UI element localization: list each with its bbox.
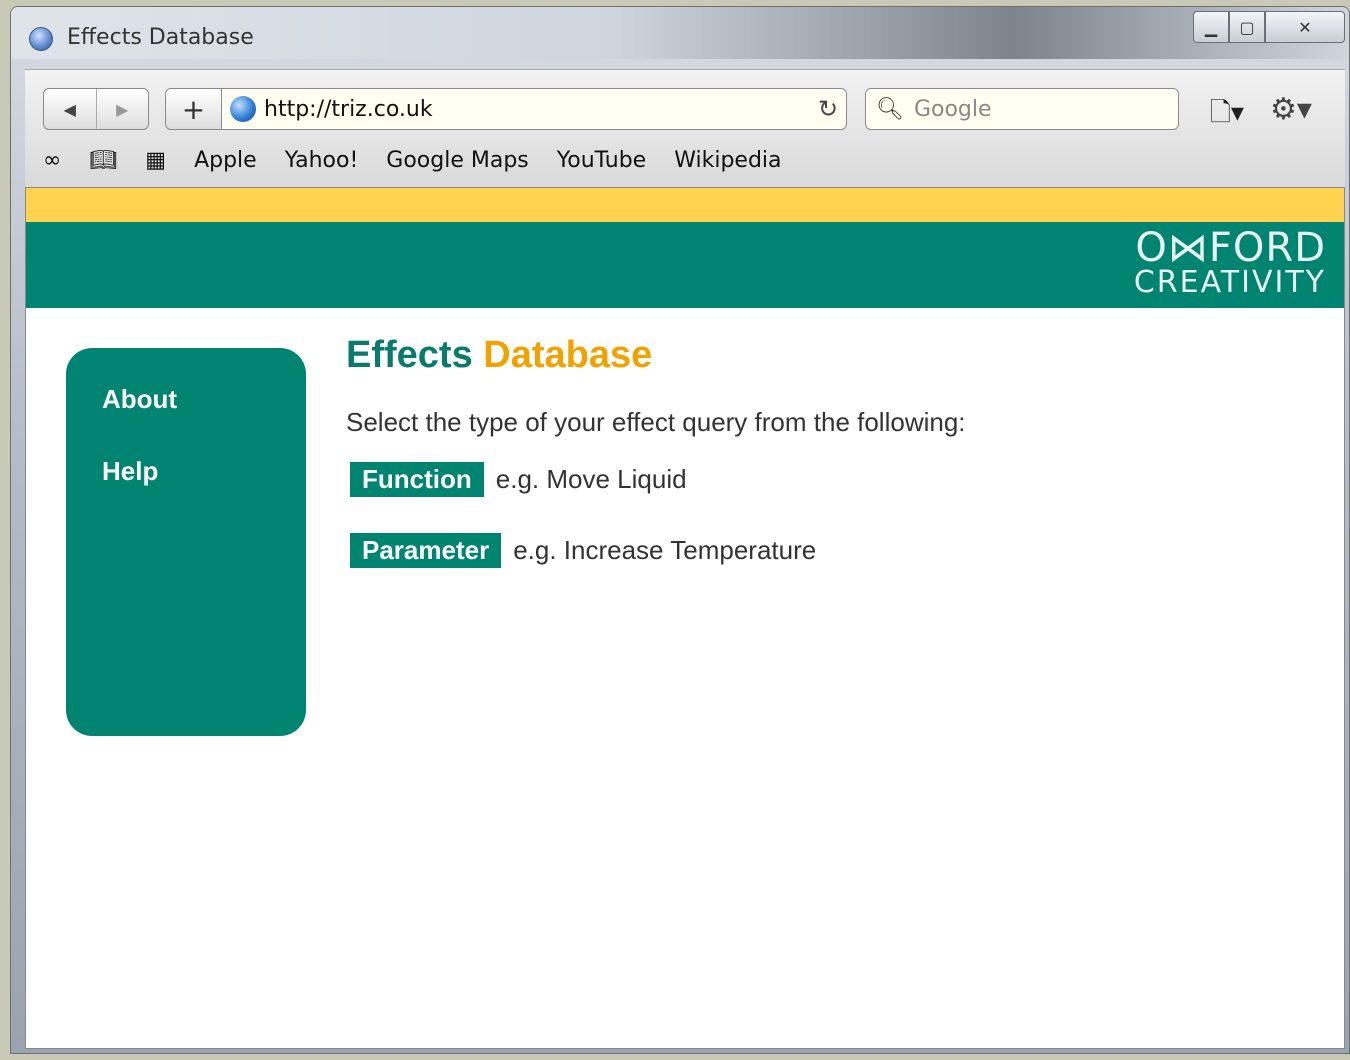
search-icon: 🔍︎: [876, 96, 904, 122]
sidebar-item-about[interactable]: About: [102, 384, 177, 415]
gear-icon[interactable]: ⚙▾: [1270, 92, 1312, 127]
plus-icon: +: [181, 92, 206, 126]
bookmarks-bar: ∞ 📖︎ ▦ Apple Yahoo! Google Maps YouTube …: [43, 148, 782, 173]
back-button[interactable]: ◀: [44, 89, 96, 129]
reload-icon[interactable]: ↻: [810, 95, 846, 123]
forward-button[interactable]: ▶: [95, 89, 149, 129]
intro-text: Select the type of your effect query fro…: [346, 407, 966, 437]
bookmarks-book-icon[interactable]: 📖︎: [89, 148, 117, 173]
sidebar-nav: About Help: [66, 348, 306, 736]
search-field[interactable]: 🔍︎ Google: [865, 88, 1179, 130]
logo-line1: O⋈FORD: [1135, 225, 1326, 271]
forward-arrow-icon: ▶: [116, 99, 129, 119]
main-content: Effects Database Select the type of your…: [346, 334, 966, 568]
globe-icon: [230, 96, 256, 122]
minimize-button[interactable]: ▁: [1193, 11, 1229, 43]
function-example: e.g. Move Liquid: [495, 464, 687, 494]
top-sites-grid-icon[interactable]: ▦: [145, 148, 166, 173]
logo-line2: CREATIVITY: [1133, 265, 1326, 300]
sidebar-item-help[interactable]: Help: [102, 456, 158, 487]
page-title: Effects Database: [346, 334, 966, 377]
option-parameter: Parameter e.g. Increase Temperature: [346, 533, 966, 568]
window-controls: ▁ ▢ ✕: [1193, 11, 1345, 43]
oxford-creativity-logo[interactable]: O⋈FORD CREATIVITY: [1134, 228, 1326, 298]
nav-buttons: ◀ ▶: [43, 88, 149, 130]
close-button[interactable]: ✕: [1265, 11, 1345, 43]
window-title: Effects Database: [67, 25, 254, 50]
close-icon: ✕: [1298, 17, 1312, 37]
minimize-icon: ▁: [1204, 17, 1218, 37]
add-bookmark-button[interactable]: +: [165, 88, 221, 130]
browser-window: Effects Database ▁ ▢ ✕ ◀ ▶ + http://triz…: [10, 6, 1350, 1054]
parameter-example: e.g. Increase Temperature: [513, 535, 817, 565]
parameter-button[interactable]: Parameter: [350, 533, 502, 568]
page-menu-icon[interactable]: 🗋▾: [1210, 94, 1244, 138]
bookmark-google-maps[interactable]: Google Maps: [386, 148, 528, 173]
browser-app-icon: [29, 27, 53, 51]
header-yellow-band: [26, 188, 1344, 222]
search-input[interactable]: Google: [914, 97, 992, 122]
page-title-part2: Database: [483, 334, 653, 376]
back-arrow-icon: ◀: [63, 99, 76, 119]
function-button[interactable]: Function: [350, 462, 484, 497]
page-title-part1: Effects: [346, 334, 473, 376]
browser-toolbar: ◀ ▶ + http://triz.co.uk ↻ 🔍︎ Google 🗋▾ ⚙…: [25, 69, 1345, 188]
bookmark-wikipedia[interactable]: Wikipedia: [674, 148, 781, 173]
title-bar: Effects Database ▁ ▢ ✕: [11, 7, 1349, 59]
page-content: O⋈FORD CREATIVITY About Help Effects Dat…: [25, 187, 1345, 1049]
address-bar[interactable]: http://triz.co.uk ↻: [221, 88, 847, 130]
reading-list-icon[interactable]: ∞: [43, 148, 61, 173]
bookmark-apple[interactable]: Apple: [194, 148, 257, 173]
option-function: Function e.g. Move Liquid: [346, 462, 966, 497]
bookmark-yahoo[interactable]: Yahoo!: [285, 148, 359, 173]
maximize-button[interactable]: ▢: [1229, 11, 1265, 43]
bookmark-youtube[interactable]: YouTube: [557, 148, 646, 173]
maximize-icon: ▢: [1239, 17, 1255, 37]
url-input[interactable]: http://triz.co.uk: [264, 97, 810, 122]
